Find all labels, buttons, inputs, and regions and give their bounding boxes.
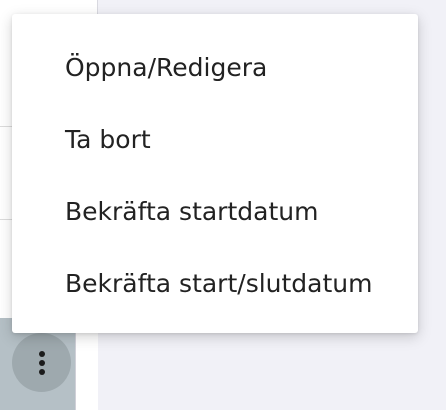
page: Öppna/Redigera Ta bort Bekräfta startdat… [0, 0, 446, 410]
menu-item-confirm-start-date[interactable]: Bekräfta startdatum [12, 175, 418, 247]
more-vertical-icon [38, 350, 45, 375]
context-menu: Öppna/Redigera Ta bort Bekräfta startdat… [12, 14, 418, 333]
menu-item-delete[interactable]: Ta bort [12, 103, 418, 175]
menu-item-open-edit[interactable]: Öppna/Redigera [12, 31, 418, 103]
more-options-button[interactable] [12, 333, 71, 392]
menu-item-confirm-start-end-date[interactable]: Bekräfta start/slutdatum [12, 247, 418, 319]
